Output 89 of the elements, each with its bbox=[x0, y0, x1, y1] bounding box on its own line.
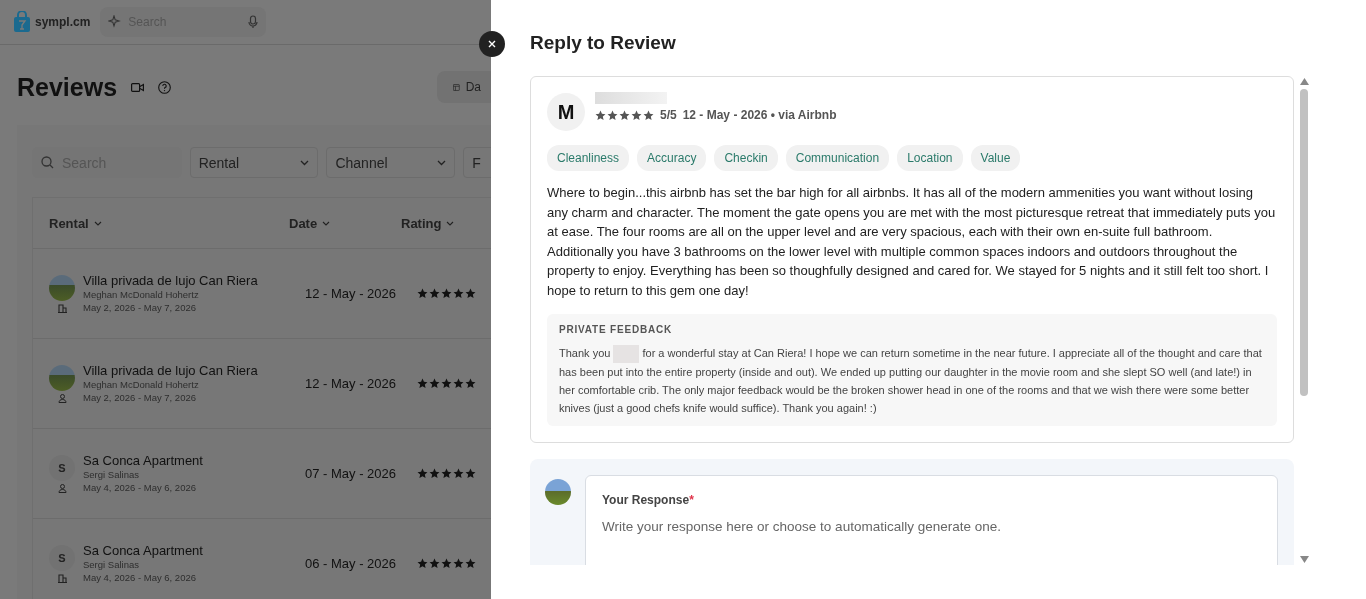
column-header[interactable]: Date bbox=[289, 215, 401, 231]
category-tag: Accuracy bbox=[637, 145, 707, 171]
search-icon bbox=[41, 156, 54, 169]
scrollbar[interactable] bbox=[1298, 76, 1310, 565]
star-icon bbox=[465, 288, 476, 299]
star-icon bbox=[417, 468, 428, 479]
scroll-down-icon[interactable] bbox=[1299, 556, 1309, 563]
star-icon bbox=[441, 378, 452, 389]
star-icon bbox=[631, 109, 642, 121]
response-field[interactable]: Your Response* Write your response here or choose to automatically generate one. bbox=[585, 475, 1278, 565]
review-date: 12 - May - 2026 bbox=[305, 286, 398, 301]
drawer-title: Reply to Review bbox=[530, 32, 677, 54]
stay-dates: May 4, 2026 - May 6, 2026 bbox=[83, 571, 197, 584]
star-icon bbox=[417, 558, 428, 569]
sparkle-icon bbox=[108, 15, 123, 29]
category-tag: Communication bbox=[785, 145, 890, 171]
star-icon bbox=[441, 558, 452, 569]
stay-dates: May 2, 2026 - May 7, 2026 bbox=[83, 391, 197, 404]
rating-score: 5/5 bbox=[660, 108, 677, 122]
category-tag: Value bbox=[970, 145, 1021, 171]
host-photo bbox=[545, 479, 571, 506]
chevron-down-icon bbox=[437, 159, 447, 166]
category-tag: Checkin bbox=[714, 145, 778, 171]
layout-icon bbox=[453, 81, 460, 93]
star-icon bbox=[595, 109, 606, 121]
person-icon bbox=[57, 483, 67, 493]
guest-name: Meghan McDonald Hohertz bbox=[83, 378, 200, 391]
chevron-down-icon bbox=[322, 220, 331, 226]
microphone-icon[interactable] bbox=[248, 15, 259, 29]
private-feedback-label: PRIVATE FEEDBACK bbox=[559, 324, 673, 335]
blurred-name bbox=[595, 92, 667, 104]
column-header[interactable]: Rental bbox=[33, 215, 289, 231]
stay-dates: May 2, 2026 - May 7, 2026 bbox=[83, 301, 197, 314]
star-icon bbox=[429, 288, 440, 299]
star-icon bbox=[453, 288, 464, 299]
star-icon bbox=[453, 468, 464, 479]
rental-photo bbox=[49, 274, 75, 301]
guest-name: Meghan McDonald Hohertz bbox=[83, 288, 200, 301]
star-icon bbox=[453, 558, 464, 569]
response-label: Your Response* bbox=[602, 493, 695, 508]
person-icon bbox=[57, 393, 67, 403]
rental-name[interactable]: Sa Conca Apartment bbox=[83, 543, 203, 558]
column-header[interactable]: Rating bbox=[401, 215, 455, 231]
filter-dropdown[interactable]: Channel bbox=[326, 147, 456, 178]
review-meta: 12 - May - 2026 • via Airbnb bbox=[682, 108, 837, 122]
rental-photo bbox=[49, 364, 75, 391]
building-icon bbox=[57, 573, 67, 583]
review-date: 07 - May - 2026 bbox=[305, 466, 398, 481]
dashboard-button[interactable]: Da bbox=[437, 71, 491, 103]
category-tag: Location bbox=[897, 145, 963, 171]
star-icon bbox=[465, 378, 476, 389]
building-icon bbox=[57, 303, 67, 313]
rental-name[interactable]: Sa Conca Apartment bbox=[83, 453, 203, 468]
filter-dropdown[interactable]: Rental bbox=[189, 147, 319, 178]
scroll-up-icon[interactable] bbox=[1299, 78, 1309, 85]
star-icon bbox=[643, 109, 654, 121]
review-text: Where to begin...this airbnb has set the bar high for all airbnbs. It has all of the modern ammenities you want without losing any charm and character. The moment the gate opens you are met with the most picturesque retreat that immediately puts you at ease. The four rooms are all on the upper level and are very spacious, each with their own en-suite full bathroom. Additionally you have 3 bathrooms on the lower level with multiple common spaces indoors and outdoors throughout the property to enjoy. Everything has been so thoughfully designed and cared for. We stayed for 5 nights and it still felt too short. I hope to return to this gem one day! bbox=[547, 184, 1277, 300]
star-icon bbox=[619, 109, 630, 121]
review-date: 06 - May - 2026 bbox=[305, 556, 398, 571]
star-icon bbox=[429, 558, 440, 569]
close-icon bbox=[488, 40, 496, 48]
star-icon bbox=[453, 378, 464, 389]
category-tag: Cleanliness bbox=[547, 145, 630, 171]
star-icon bbox=[465, 558, 476, 569]
star-icon bbox=[417, 378, 428, 389]
chevron-down-icon bbox=[93, 220, 102, 226]
star-icon bbox=[441, 288, 452, 299]
star-icon bbox=[429, 378, 440, 389]
rental-name[interactable]: Villa privada de lujo Can Riera bbox=[83, 273, 258, 288]
letter-avatar: M bbox=[547, 93, 585, 131]
star-icon bbox=[429, 468, 440, 479]
help-icon[interactable] bbox=[158, 80, 172, 94]
letter-avatar: S bbox=[49, 454, 75, 481]
stay-dates: May 4, 2026 - May 6, 2026 bbox=[83, 481, 197, 494]
review-date: 12 - May - 2026 bbox=[305, 376, 398, 391]
star-icon bbox=[441, 468, 452, 479]
chevron-down-icon bbox=[300, 159, 310, 166]
guest-name: Sergi Salinas bbox=[83, 468, 140, 481]
logo-text: sympl.cm bbox=[35, 15, 91, 29]
letter-avatar: S bbox=[49, 544, 75, 571]
rental-name[interactable]: Villa privada de lujo Can Riera bbox=[83, 363, 258, 378]
page-title: Reviews bbox=[17, 72, 118, 102]
video-camera-icon[interactable] bbox=[131, 82, 145, 92]
star-icon bbox=[465, 468, 476, 479]
feedback-text: Thank you for a wonderful stay at Can Riera! I hope we can return sometime in the near future. I appreciate all of the thought and care that has been put into the entire property (inside and out). We ended up putting our daughter in the movie room and she slept SO well (and late!) in her comfortable crib. The only major feedback would be the broken shower head in one of the rooms and that we wish there were some better knives (just a good chefs knife would suffice). Thank you again! :) bbox=[559, 344, 1263, 417]
star-icon bbox=[417, 288, 428, 299]
chevron-down-icon bbox=[446, 220, 455, 226]
guest-name: Sergi Salinas bbox=[83, 558, 140, 571]
star-icon bbox=[607, 109, 618, 121]
